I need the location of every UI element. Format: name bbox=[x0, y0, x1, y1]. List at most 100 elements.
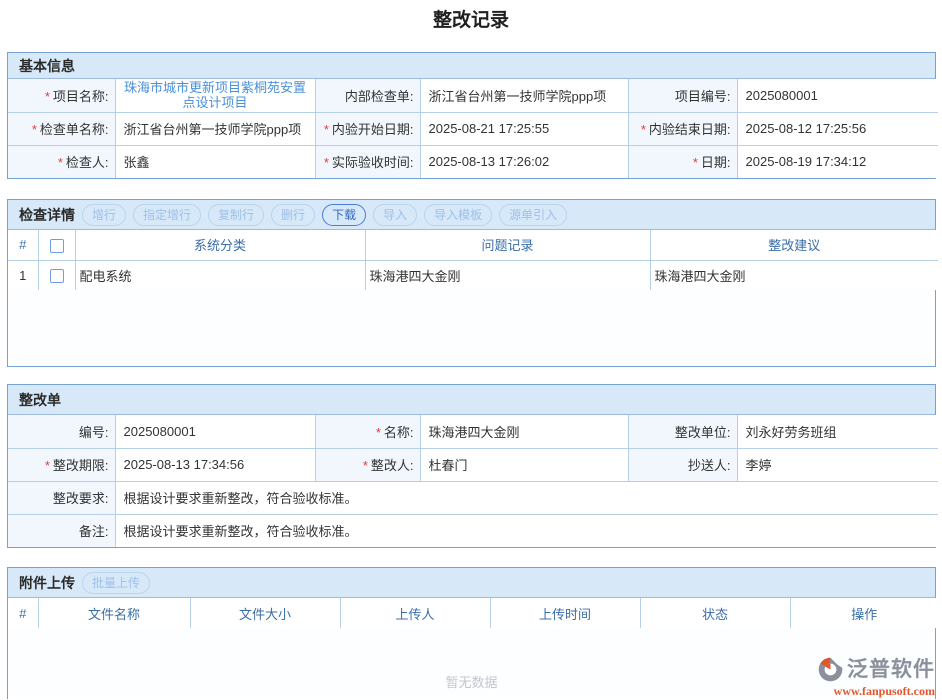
basic-info-table: *项目名称: 珠海市城市更新项目紫桐苑安置点设计项目 内部检查单: 浙江省台州第… bbox=[8, 79, 938, 178]
required-mark: * bbox=[45, 458, 50, 473]
field-label: *内验结束日期: bbox=[628, 112, 737, 145]
field-value: 张鑫 bbox=[115, 145, 315, 178]
source-import-button[interactable]: 源单引入 bbox=[499, 204, 567, 226]
field-value: 浙江省台州第一技师学院ppp项 bbox=[115, 112, 315, 145]
rectify-form-header: 整改单 bbox=[8, 385, 935, 415]
empty-area bbox=[8, 290, 935, 366]
rectify-form-row: *整改期限: 2025-08-13 17:34:56 *整改人: 杜春门 抄送人… bbox=[8, 448, 938, 481]
column-index: # bbox=[8, 230, 38, 260]
field-label: *整改期限: bbox=[8, 448, 115, 481]
field-label: *实际验收时间: bbox=[315, 145, 420, 178]
field-label: 整改要求: bbox=[8, 481, 115, 514]
field-value: 浙江省台州第一技师学院ppp项 bbox=[420, 79, 628, 112]
column-uploader: 上传人 bbox=[340, 598, 490, 628]
field-value: 2025-08-12 17:25:56 bbox=[737, 112, 938, 145]
field-value: 珠海港四大金刚 bbox=[420, 415, 628, 448]
column-file-name: 文件名称 bbox=[38, 598, 190, 628]
field-label: 备注: bbox=[8, 514, 115, 547]
field-label: *项目名称: bbox=[8, 79, 115, 112]
field-value: 根据设计要求重新整改，符合验收标准。 bbox=[115, 514, 938, 547]
column-problem: 问题记录 bbox=[365, 230, 650, 260]
field-label: 抄送人: bbox=[628, 448, 737, 481]
check-detail-title: 检查详情 bbox=[19, 205, 75, 225]
required-mark: * bbox=[324, 155, 329, 170]
attachments-header: 附件上传 批量上传 bbox=[8, 568, 935, 598]
check-detail-table: # 系统分类 问题记录 整改建议 1 配电系统 珠海港四大金刚 珠海港四大金刚 bbox=[8, 230, 938, 290]
check-detail-header: 检查详情 增行 指定增行 复制行 删行 下载 导入 导入模板 源单引入 bbox=[8, 200, 935, 230]
field-value: 2025-08-13 17:34:56 bbox=[115, 448, 315, 481]
fanpu-logo-url: www.fanpusoft.com bbox=[817, 685, 935, 697]
field-label: *检查人: bbox=[8, 145, 115, 178]
row-suggestion: 珠海港四大金刚 bbox=[650, 260, 938, 290]
required-mark: * bbox=[58, 155, 63, 170]
basic-info-row: *项目名称: 珠海市城市更新项目紫桐苑安置点设计项目 内部检查单: 浙江省台州第… bbox=[8, 79, 938, 112]
field-label: *整改人: bbox=[315, 448, 420, 481]
field-label: *检查单名称: bbox=[8, 112, 115, 145]
table-row: 1 配电系统 珠海港四大金刚 珠海港四大金刚 bbox=[8, 260, 938, 290]
row-category: 配电系统 bbox=[75, 260, 365, 290]
attachments-empty-area: 暂无数据 bbox=[8, 628, 935, 698]
required-mark: * bbox=[363, 458, 368, 473]
fanpu-logo: 泛普软件 www.fanpusoft.com bbox=[817, 656, 935, 697]
basic-info-row: *检查人: 张鑫 *实际验收时间: 2025-08-13 17:26:02 *日… bbox=[8, 145, 938, 178]
column-category: 系统分类 bbox=[75, 230, 365, 260]
download-button[interactable]: 下载 bbox=[322, 204, 366, 226]
rectify-form-row: 整改要求: 根据设计要求重新整改，符合验收标准。 bbox=[8, 481, 938, 514]
field-label: 编号: bbox=[8, 415, 115, 448]
check-detail-header-row: # 系统分类 问题记录 整改建议 bbox=[8, 230, 938, 260]
required-mark: * bbox=[376, 425, 381, 440]
field-value: 2025080001 bbox=[737, 79, 938, 112]
attachments-section: 附件上传 批量上传 # 文件名称 文件大小 上传人 上传时间 状态 操作 暂无数… bbox=[7, 567, 936, 699]
required-mark: * bbox=[45, 89, 50, 104]
field-value: 李婷 bbox=[737, 448, 938, 481]
row-problem: 珠海港四大金刚 bbox=[365, 260, 650, 290]
batch-upload-button[interactable]: 批量上传 bbox=[82, 572, 150, 594]
field-value: 杜春门 bbox=[420, 448, 628, 481]
no-data-text: 暂无数据 bbox=[8, 628, 935, 691]
import-template-button[interactable]: 导入模板 bbox=[424, 204, 492, 226]
row-index: 1 bbox=[8, 260, 38, 290]
basic-info-row: *检查单名称: 浙江省台州第一技师学院ppp项 *内验开始日期: 2025-08… bbox=[8, 112, 938, 145]
insert-row-button[interactable]: 指定增行 bbox=[133, 204, 201, 226]
project-name-link[interactable]: 珠海市城市更新项目紫桐苑安置点设计项目 bbox=[120, 80, 311, 110]
rectify-form-row: 备注: 根据设计要求重新整改，符合验收标准。 bbox=[8, 514, 938, 547]
required-mark: * bbox=[32, 122, 37, 137]
required-mark: * bbox=[693, 155, 698, 170]
field-value: 刘永好劳务班组 bbox=[737, 415, 938, 448]
column-file-size: 文件大小 bbox=[190, 598, 340, 628]
field-value: 2025080001 bbox=[115, 415, 315, 448]
fanpu-logo-text: 泛普软件 bbox=[847, 659, 935, 680]
column-upload-time: 上传时间 bbox=[490, 598, 640, 628]
fanpu-logo-icon bbox=[817, 656, 844, 683]
field-value: 2025-08-21 17:25:55 bbox=[420, 112, 628, 145]
field-label: 项目编号: bbox=[628, 79, 737, 112]
row-checkbox[interactable] bbox=[50, 269, 64, 283]
row-select bbox=[38, 260, 75, 290]
rectify-form-table: 编号: 2025080001 *名称: 珠海港四大金刚 整改单位: 刘永好劳务班… bbox=[8, 415, 938, 547]
required-mark: * bbox=[324, 122, 329, 137]
field-value: 2025-08-13 17:26:02 bbox=[420, 145, 628, 178]
field-label: 整改单位: bbox=[628, 415, 737, 448]
column-suggestion: 整改建议 bbox=[650, 230, 938, 260]
field-label: 内部检查单: bbox=[315, 79, 420, 112]
rectify-form-section: 整改单 编号: 2025080001 *名称: 珠海港四大金刚 整改单位: 刘永… bbox=[7, 384, 936, 548]
field-label: *日期: bbox=[628, 145, 737, 178]
page-title: 整改记录 bbox=[0, 0, 942, 26]
attachments-title: 附件上传 bbox=[19, 573, 75, 593]
field-label: *内验开始日期: bbox=[315, 112, 420, 145]
import-button[interactable]: 导入 bbox=[373, 204, 417, 226]
copy-row-button[interactable]: 复制行 bbox=[208, 204, 264, 226]
add-row-button[interactable]: 增行 bbox=[82, 204, 126, 226]
required-mark: * bbox=[641, 122, 646, 137]
field-value: 2025-08-19 17:34:12 bbox=[737, 145, 938, 178]
field-label: *名称: bbox=[315, 415, 420, 448]
select-all-checkbox[interactable] bbox=[50, 239, 64, 253]
basic-info-header: 基本信息 bbox=[8, 53, 935, 79]
field-value: 根据设计要求重新整改，符合验收标准。 bbox=[115, 481, 938, 514]
delete-row-button[interactable]: 删行 bbox=[271, 204, 315, 226]
check-detail-section: 检查详情 增行 指定增行 复制行 删行 下载 导入 导入模板 源单引入 # 系统… bbox=[7, 199, 936, 367]
attachments-table: # 文件名称 文件大小 上传人 上传时间 状态 操作 bbox=[8, 598, 938, 628]
column-actions: 操作 bbox=[790, 598, 938, 628]
field-value: 珠海市城市更新项目紫桐苑安置点设计项目 bbox=[115, 79, 315, 112]
attachments-header-row: # 文件名称 文件大小 上传人 上传时间 状态 操作 bbox=[8, 598, 938, 628]
